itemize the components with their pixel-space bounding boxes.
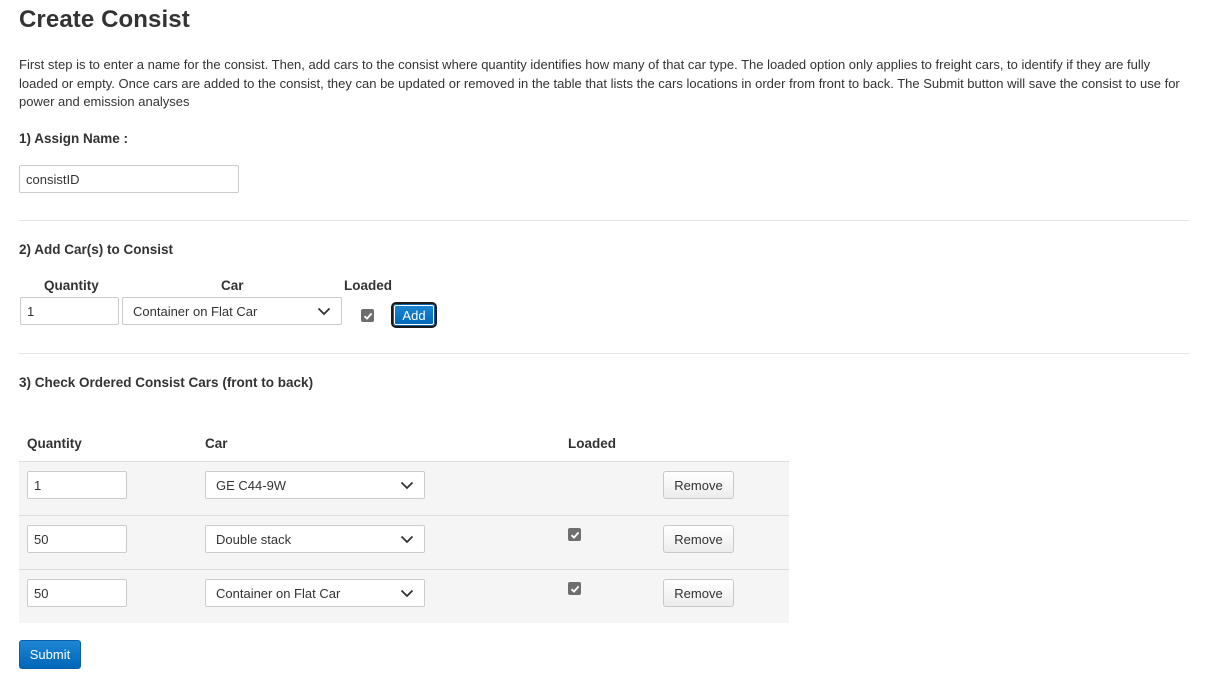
table-header-car: Car <box>205 436 228 451</box>
row-loaded-checkbox[interactable] <box>568 528 581 541</box>
row-car-select-value: Double stack <box>216 531 292 547</box>
divider <box>19 220 1189 221</box>
page-title: Create Consist <box>19 6 190 33</box>
row-car-select-value: GE C44-9W <box>216 477 287 493</box>
check-icon <box>570 531 579 539</box>
row-quantity-input[interactable] <box>27 579 127 607</box>
remove-button[interactable]: Remove <box>663 579 734 607</box>
table-header-quantity: Quantity <box>27 436 82 451</box>
loaded-column-label: Loaded <box>344 278 393 293</box>
add-button[interactable]: Add <box>391 302 437 328</box>
row-quantity-input[interactable] <box>27 471 127 499</box>
submit-button[interactable]: Submit <box>19 640 81 669</box>
row-car-select[interactable]: GE C44-9W <box>205 471 425 499</box>
add-cars-heading: 2) Add Car(s) to Consist <box>19 242 174 257</box>
row-loaded-checkbox[interactable] <box>568 582 581 595</box>
row-car-select[interactable]: Container on Flat Car <box>205 579 425 607</box>
table-row: Double stack Remove <box>19 515 789 569</box>
quantity-column-label: Quantity <box>44 278 99 293</box>
remove-button[interactable]: Remove <box>663 525 734 553</box>
row-quantity-input[interactable] <box>27 525 127 553</box>
table-row: GE C44-9W Remove <box>19 461 789 515</box>
add-quantity-input[interactable] <box>20 297 119 325</box>
car-column-label: Car <box>221 278 244 293</box>
chevron-down-icon <box>400 589 414 598</box>
add-car-select-value: Container on Flat Car <box>133 303 258 319</box>
check-icon <box>570 585 579 593</box>
row-car-select[interactable]: Double stack <box>205 525 425 553</box>
consist-name-input[interactable] <box>19 165 239 193</box>
chevron-down-icon <box>400 481 414 490</box>
divider <box>19 353 1189 354</box>
remove-button[interactable]: Remove <box>663 471 734 499</box>
chevron-down-icon <box>317 307 331 316</box>
assign-name-heading: 1) Assign Name : <box>19 131 129 146</box>
add-car-select[interactable]: Container on Flat Car <box>122 297 342 325</box>
table-header-loaded: Loaded <box>568 436 617 451</box>
chevron-down-icon <box>400 535 414 544</box>
intro-text: First step is to enter a name for the co… <box>19 57 1180 109</box>
ordered-cars-heading: 3) Check Ordered Consist Cars (front to … <box>19 375 314 390</box>
table-row: Container on Flat Car Remove <box>19 569 789 623</box>
add-loaded-checkbox[interactable] <box>361 309 374 322</box>
check-icon <box>363 312 372 320</box>
row-car-select-value: Container on Flat Car <box>216 585 341 601</box>
